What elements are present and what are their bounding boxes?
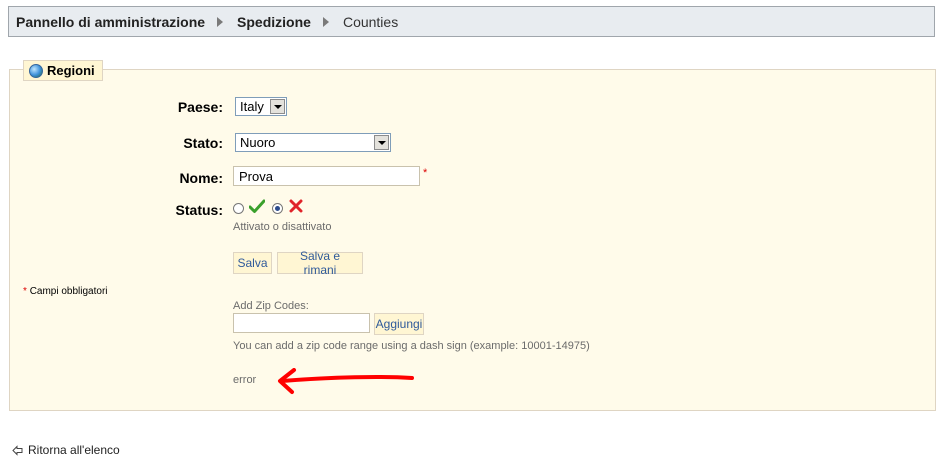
fieldset-legend: Regioni: [23, 60, 103, 81]
save-button[interactable]: Salva: [233, 252, 272, 274]
legend-title: Regioni: [47, 63, 95, 78]
state-select-value: Nuoro: [240, 135, 276, 150]
chevron-down-icon[interactable]: [270, 99, 285, 114]
required-fields-note: * Campi obbligatori: [23, 286, 108, 297]
back-to-list-link[interactable]: Ritorna all'elenco: [12, 443, 120, 457]
breadcrumb-separator-icon: [322, 16, 329, 27]
breadcrumb-item-counties: Counties: [342, 13, 399, 30]
status-enabled-radio[interactable]: [233, 203, 244, 214]
globe-icon: [29, 63, 43, 78]
country-select-value: Italy: [240, 99, 264, 114]
breadcrumb: Pannello di amministrazione Spedizione C…: [8, 6, 935, 37]
country-label: Paese:: [177, 99, 223, 115]
back-to-list-label[interactable]: Ritorna all'elenco: [28, 443, 120, 457]
required-note-star: *: [23, 286, 27, 297]
zip-help-text: You can add a zip code range using a das…: [233, 340, 590, 352]
back-arrow-icon: [12, 444, 23, 456]
breadcrumb-separator-icon: [217, 16, 224, 27]
state-label: Stato:: [183, 135, 223, 151]
required-mark: *: [423, 167, 428, 179]
annotation-arrow-icon: [278, 368, 414, 394]
name-label: Nome:: [179, 170, 223, 186]
cross-icon: [289, 199, 303, 213]
chevron-down-icon[interactable]: [374, 135, 389, 150]
name-input[interactable]: [233, 166, 420, 186]
save-and-stay-button[interactable]: Salva e rimani: [277, 249, 363, 277]
country-select[interactable]: Italy: [235, 97, 287, 116]
zip-label: Add Zip Codes:: [233, 300, 309, 312]
check-icon: [249, 199, 265, 213]
state-select[interactable]: Nuoro: [235, 133, 391, 152]
required-note-text: Campi obbligatori: [29, 286, 108, 297]
status-disabled-radio[interactable]: [272, 203, 283, 214]
breadcrumb-item-shipping[interactable]: Spedizione: [237, 14, 311, 30]
zip-code-input[interactable]: [233, 313, 370, 333]
error-text: error: [233, 374, 257, 386]
status-hint: Attivato o disattivato: [233, 221, 332, 233]
add-zip-button[interactable]: Aggiungi: [374, 313, 424, 335]
status-label: Status:: [175, 202, 223, 218]
breadcrumb-item-admin[interactable]: Pannello di amministrazione: [16, 14, 205, 30]
regions-fieldset: [9, 69, 936, 411]
